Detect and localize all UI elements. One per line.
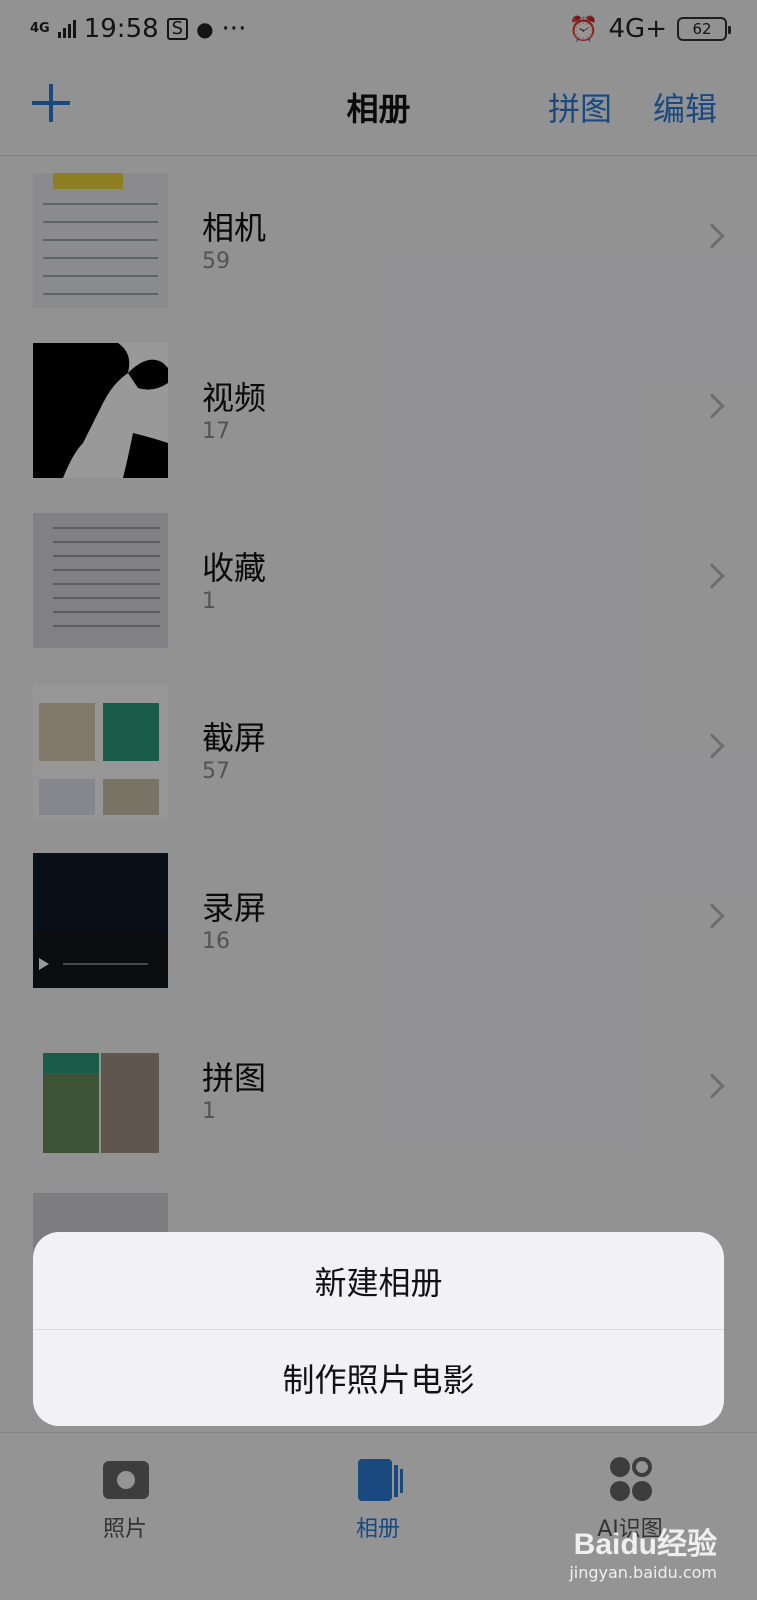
action-sheet: 新建相册 制作照片电影 <box>33 1232 724 1426</box>
new-album-button[interactable]: 新建相册 <box>33 1232 724 1329</box>
watermark: Baidu经验 jingyan.baidu.com <box>569 1519 717 1582</box>
watermark-url: jingyan.baidu.com <box>569 1563 717 1582</box>
make-photo-movie-button[interactable]: 制作照片电影 <box>33 1329 724 1426</box>
watermark-brand: Baidu经验 <box>573 1528 717 1561</box>
